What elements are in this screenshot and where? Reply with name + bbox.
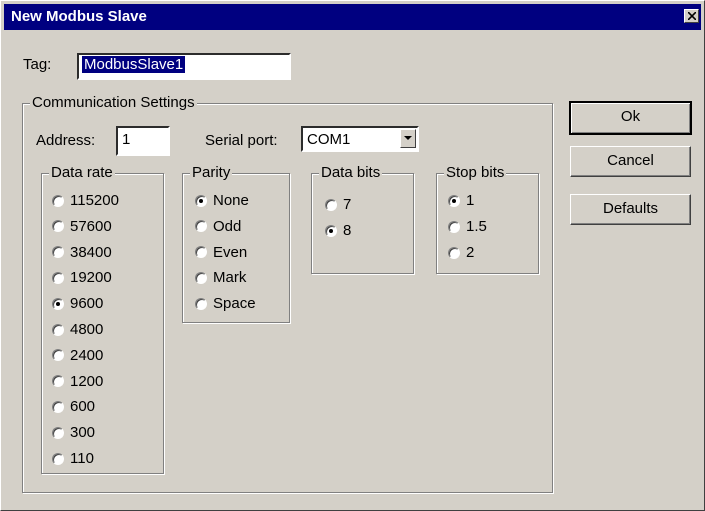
radio-label: 115200 — [70, 192, 119, 209]
data-rate-radio-38400[interactable]: 38400 — [52, 244, 112, 261]
radio-label: 9600 — [70, 295, 104, 313]
radio-circle-icon — [52, 297, 64, 310]
radio-label: 4800 — [70, 321, 104, 338]
cancel-button-label: Cancel — [607, 152, 654, 169]
data-bits-radio-8[interactable]: 8 — [325, 222, 351, 239]
data-bits-radio-7[interactable]: 7 — [325, 196, 351, 213]
radio-circle-icon — [448, 246, 460, 259]
address-label: Address: — [36, 132, 96, 149]
data-rate-radio-110[interactable]: 110 — [52, 450, 94, 467]
cancel-button[interactable]: Cancel — [570, 146, 691, 177]
serial-port-dropdown-button[interactable] — [400, 129, 416, 148]
data-rate-radio-4800[interactable]: 4800 — [52, 321, 103, 338]
data-rate-radio-2400[interactable]: 2400 — [52, 347, 103, 364]
radio-label: 600 — [70, 398, 96, 416]
radio-circle-icon — [195, 297, 207, 310]
radio-circle-icon — [195, 220, 207, 233]
parity-label: Parity — [190, 164, 233, 181]
radio-circle-icon — [52, 220, 64, 233]
data-rate-radio-300[interactable]: 300 — [52, 424, 95, 441]
serial-port-select[interactable]: COM1 — [301, 126, 419, 152]
radio-label: Mark — [213, 269, 247, 287]
radio-label: 1.5 — [466, 218, 487, 235]
ok-button[interactable]: Ok — [569, 101, 692, 135]
radio-circle-icon — [195, 271, 207, 284]
radio-label: 19200 — [70, 269, 112, 287]
tag-input[interactable]: ModbusSlave1 — [77, 53, 291, 80]
radio-circle-icon — [52, 246, 64, 259]
parity-radio-space[interactable]: Space — [195, 295, 256, 312]
radio-label: 8 — [343, 222, 352, 239]
radio-label: 110 — [70, 450, 94, 467]
radio-label: 38400 — [70, 243, 112, 261]
radio-circle-icon — [52, 452, 64, 465]
data-rate-radio-57600[interactable]: 57600 — [52, 218, 112, 235]
ok-button-label: Ok — [620, 108, 641, 125]
radio-circle-icon — [52, 400, 64, 413]
radio-label: 7 — [343, 196, 352, 213]
dialog-window: New Modbus Slave Tag: ModbusSlave1 Commu… — [0, 0, 705, 511]
data-rate-radio-1200[interactable]: 1200 — [52, 373, 103, 390]
radio-circle-icon — [195, 246, 207, 259]
radio-circle-icon — [448, 194, 460, 207]
address-value: 1 — [122, 131, 131, 148]
data-rate-radio-19200[interactable]: 19200 — [52, 269, 112, 286]
parity-radio-none[interactable]: None — [195, 192, 249, 209]
close-button[interactable] — [684, 9, 699, 23]
tag-input-value: ModbusSlave1 — [82, 56, 186, 73]
radio-label: 2 — [466, 244, 475, 261]
address-input[interactable]: 1 — [116, 126, 170, 156]
title-bar[interactable]: New Modbus Slave — [4, 4, 701, 30]
radio-circle-icon — [325, 198, 337, 211]
radio-label: 2400 — [70, 346, 104, 364]
close-icon — [688, 12, 696, 20]
radio-label: None — [213, 192, 249, 209]
radio-label: Odd — [213, 217, 242, 235]
radio-circle-icon — [448, 220, 460, 233]
defaults-button[interactable]: Defaults — [570, 194, 691, 225]
radio-label: 57600 — [70, 217, 112, 235]
radio-label: Even — [213, 243, 248, 261]
radio-circle-icon — [52, 426, 64, 439]
defaults-button-label: Defaults — [602, 200, 659, 217]
radio-circle-icon — [52, 194, 64, 207]
data-rate-label: Data rate — [49, 164, 115, 181]
parity-radio-odd[interactable]: Odd — [195, 218, 241, 235]
data-rate-radio-115200[interactable]: 115200 — [52, 192, 119, 209]
chevron-down-icon — [404, 136, 412, 140]
radio-label: 1200 — [70, 372, 104, 390]
radio-circle-icon — [52, 375, 64, 388]
radio-circle-icon — [325, 224, 337, 237]
radio-circle-icon — [52, 323, 64, 336]
stop-bits-radio-2[interactable]: 2 — [448, 244, 474, 261]
parity-radio-even[interactable]: Even — [195, 244, 247, 261]
stop-bits-label: Stop bits — [444, 164, 507, 181]
radio-circle-icon — [52, 349, 64, 362]
tag-label: Tag: — [23, 56, 52, 73]
radio-circle-icon — [195, 194, 207, 207]
radio-label: Space — [213, 295, 256, 313]
stop-bits-radio-1-5[interactable]: 1.5 — [448, 218, 487, 235]
radio-label: 300 — [70, 424, 96, 442]
communication-settings-label: Communication Settings — [30, 94, 197, 111]
parity-radio-mark[interactable]: Mark — [195, 269, 246, 286]
stop-bits-radio-1[interactable]: 1 — [448, 192, 474, 209]
data-rate-radio-9600[interactable]: 9600 — [52, 295, 103, 312]
serial-port-value: COM1 — [307, 131, 351, 148]
radio-circle-icon — [52, 271, 64, 284]
serial-port-label: Serial port: — [205, 132, 278, 149]
data-bits-label: Data bits — [319, 164, 383, 181]
window-title: New Modbus Slave — [11, 8, 147, 25]
radio-label: 1 — [466, 192, 475, 209]
data-rate-radio-600[interactable]: 600 — [52, 398, 95, 415]
